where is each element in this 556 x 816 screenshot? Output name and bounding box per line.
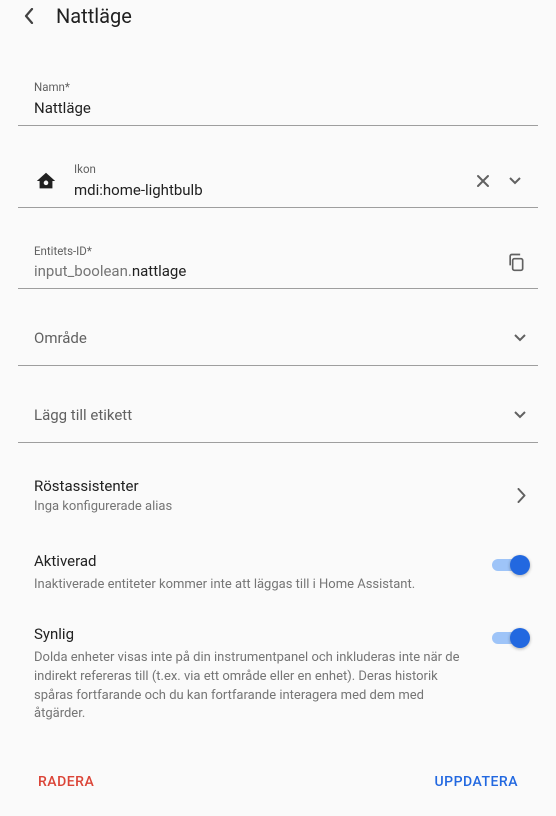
name-field[interactable]: Namn* [18,74,538,126]
icon-field[interactable]: Ikon [18,156,538,208]
chevron-down-icon [514,334,526,342]
delete-button[interactable]: RADERA [28,766,104,798]
icon-input[interactable] [74,181,456,199]
enabled-section: Aktiverad Inaktiverade entiteter kommer … [18,552,538,595]
chevron-down-icon [514,411,526,419]
area-label: Område [34,329,87,347]
entity-id-prefix: input_boolean. [34,262,132,280]
entity-id-label: Entitets-ID* [34,244,506,258]
voice-assistants-row[interactable]: Röstassistenter Inga konfigurerade alias [18,469,538,522]
clear-icon[interactable] [472,170,494,192]
enabled-title: Aktiverad [34,552,472,570]
visible-desc: Dolda enheter visas inte på din instrume… [34,649,472,724]
visible-toggle[interactable] [492,629,526,647]
entity-id-field[interactable]: Entitets-ID* input_boolean.nattlage [18,238,538,289]
visible-title: Synlig [34,625,472,643]
icon-label: Ikon [74,162,456,176]
entity-id-value[interactable]: input_boolean.nattlage [34,262,506,280]
add-label-label: Lägg till etikett [34,406,132,424]
entity-id-suffix: nattlage [132,262,186,280]
enabled-toggle[interactable] [492,556,526,574]
name-input[interactable] [34,99,526,117]
dropdown-icon[interactable] [504,170,526,192]
area-dropdown[interactable]: Område [18,311,538,366]
dialog-footer: RADERA UPPDATERA [18,762,538,798]
voice-title: Röstassistenter [34,477,517,495]
name-label: Namn* [34,80,526,94]
visible-section: Synlig Dolda enheter visas inte på din i… [18,625,538,724]
add-label-dropdown[interactable]: Lägg till etikett [18,388,538,443]
copy-icon[interactable] [506,252,526,272]
dialog-header: Nattläge [0,0,556,38]
enabled-desc: Inaktiverade entiteter kommer inte att l… [34,576,472,595]
update-button[interactable]: UPPDATERA [425,766,529,798]
voice-subtitle: Inga konfigurerade alias [34,499,517,514]
page-title: Nattläge [56,4,132,28]
back-icon[interactable] [22,9,36,23]
chevron-right-icon [517,488,526,503]
home-lightbulb-icon [34,169,58,193]
